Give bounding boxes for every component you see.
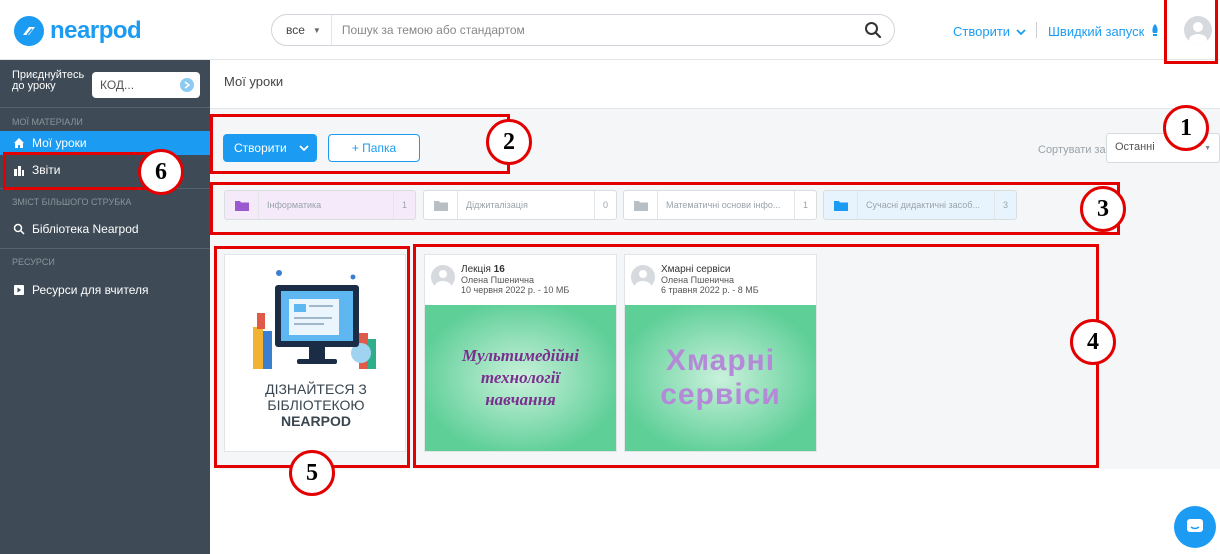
annotation-number-1: 1	[1163, 105, 1209, 151]
page-title: Мої уроки	[224, 74, 284, 89]
nearpod-logo[interactable]: nearpod	[14, 16, 142, 46]
sidebar-item-library[interactable]: Бібліотека Nearpod	[0, 217, 210, 241]
search-icon[interactable]	[858, 15, 888, 45]
annotation-box-6	[3, 152, 150, 190]
sidebar-item-label: Мої уроки	[32, 136, 87, 150]
quick-launch-label: Швидкий запуск	[1048, 24, 1145, 39]
annotation-number-5: 5	[289, 450, 335, 496]
home-icon	[12, 136, 26, 150]
search-input[interactable]	[331, 15, 858, 45]
quick-launch-button[interactable]: Швидкий запуск	[1048, 24, 1160, 39]
annotation-box-2	[210, 114, 510, 174]
sidebar: Приєднуйтесь до уроку КОД... МОЇ МАТЕРІА…	[0, 60, 210, 554]
header-divider	[1036, 22, 1037, 38]
sort-value: Останні	[1115, 141, 1155, 153]
join-lesson-panel: Приєднуйтесь до уроку КОД...	[0, 60, 210, 108]
header-create-label: Створити	[953, 24, 1011, 39]
join-code-input[interactable]: КОД...	[92, 72, 200, 98]
annotation-number-2: 2	[486, 119, 532, 165]
search-bar: все ▼	[271, 14, 895, 46]
nearpod-logo-icon	[14, 16, 44, 46]
search-scope-dropdown[interactable]: все ▼	[272, 15, 332, 45]
join-go-icon[interactable]	[180, 78, 194, 92]
chevron-down-icon: ▼	[312, 25, 321, 35]
annotation-box-3	[210, 182, 1120, 235]
sort-label: Сортувати за:	[1038, 144, 1109, 156]
sidebar-item-label: Бібліотека Nearpod	[32, 222, 139, 236]
chevron-down-icon	[1016, 24, 1026, 39]
join-lesson-label: Приєднуйтесь до уроку	[12, 69, 85, 92]
top-bar: nearpod все ▼ Створити Швидкий запуск	[0, 0, 1220, 60]
annotation-number-4: 4	[1070, 319, 1116, 365]
search-scope-label: все	[286, 23, 305, 37]
chevron-down-icon: ▼	[1204, 145, 1211, 152]
annotation-number-3: 3	[1080, 186, 1126, 232]
annotation-box-5	[214, 246, 410, 468]
chat-icon	[1187, 519, 1203, 532]
chat-button[interactable]	[1174, 506, 1216, 548]
resources-icon	[12, 283, 26, 297]
search-icon	[12, 222, 26, 236]
sidebar-item-label: Ресурси для вчителя	[32, 283, 149, 297]
rocket-icon	[1150, 24, 1160, 39]
header-create-button[interactable]: Створити	[953, 24, 1026, 39]
join-code-placeholder: КОД...	[100, 78, 135, 92]
section-my-materials: МОЇ МАТЕРІАЛИ	[12, 117, 83, 127]
sidebar-item-teacher-resources[interactable]: Ресурси для вчителя	[0, 278, 210, 302]
section-resources: РЕСУРСИ	[12, 257, 55, 267]
logo-text: nearpod	[50, 17, 142, 44]
annotation-number-6: 6	[138, 149, 184, 195]
app-root: nearpod все ▼ Створити Швидкий запуск	[0, 0, 1220, 554]
annotation-box-1	[1164, 0, 1218, 64]
sidebar-divider	[0, 248, 210, 249]
section-content: ЗМІСТ БІЛЬШОГО СТРУБКА	[12, 197, 132, 207]
annotation-box-4	[413, 244, 1099, 468]
